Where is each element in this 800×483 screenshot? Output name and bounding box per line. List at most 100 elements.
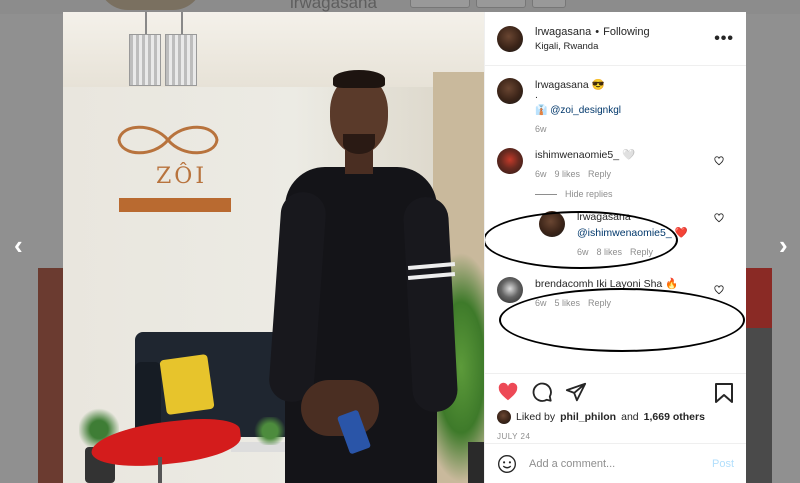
reply-author[interactable]: lrwagasana	[577, 211, 631, 223]
caption-age[interactable]: 6w	[535, 124, 547, 134]
following-button[interactable]: Following	[603, 26, 649, 38]
background-button	[532, 0, 566, 8]
comments-list[interactable]: lrwagasana 😎 . 👔 @zoi_designkgl 6w ishim…	[485, 66, 746, 373]
caption-body: lrwagasana 😎 . 👔 @zoi_designkgl 6w	[535, 78, 734, 134]
reply-body: lrwagasana @ishimwenaomie5_ ❤️ 6w 8 like…	[577, 211, 734, 257]
comment-bubble-icon[interactable]	[531, 381, 553, 403]
commenter-avatar[interactable]	[497, 277, 523, 303]
photo-person-hair	[333, 70, 385, 88]
caption-meta: 6w	[535, 124, 734, 134]
liker-username[interactable]: phil_philon	[560, 411, 616, 423]
photo-lamp-cord	[145, 12, 147, 34]
smiley-icon[interactable]	[497, 454, 517, 474]
like-comment-heart-icon[interactable]	[714, 285, 724, 295]
reply: lrwagasana @ishimwenaomie5_ ❤️ 6w 8 like…	[539, 211, 734, 257]
post-date[interactable]: JULY 24	[497, 432, 734, 441]
hide-replies-line	[535, 193, 557, 195]
photo-lamp-cord	[181, 12, 183, 34]
more-options-icon[interactable]: •••	[714, 30, 734, 48]
author-avatar[interactable]	[497, 25, 523, 52]
previous-post-arrow-icon[interactable]: ‹	[14, 232, 23, 258]
reply-button[interactable]: Reply	[588, 298, 611, 308]
commenter-username[interactable]: brendacomh	[535, 278, 593, 290]
photo-table-plant	[253, 417, 287, 445]
likes-suffix: and	[621, 411, 639, 423]
author-username[interactable]: lrwagasana	[535, 26, 591, 38]
post-modal: ZÔI lrwagasana • Following Kigali, Rwand…	[63, 12, 746, 483]
background-button	[476, 0, 526, 8]
comment-meta: 6w 5 likes Reply	[535, 298, 734, 308]
post-photo[interactable]: ZÔI	[63, 12, 484, 483]
reply-button[interactable]: Reply	[630, 247, 653, 257]
red-heart-emoji: ❤️	[674, 227, 688, 239]
likes-prefix: Liked by	[516, 411, 556, 423]
reply-meta: 6w 8 likes Reply	[577, 247, 734, 257]
comment-age[interactable]: 6w	[535, 169, 547, 179]
share-send-icon[interactable]	[565, 381, 587, 403]
post-actions: Liked by phil_philon and 1,669 others JU…	[485, 373, 746, 443]
caption-dot: .	[535, 89, 538, 101]
commenter-username[interactable]: ishimwenaomie5_	[535, 149, 619, 161]
commenter-avatar[interactable]	[497, 148, 523, 174]
photo-chair-leg	[158, 457, 162, 483]
hide-replies-toggle[interactable]: Hide replies	[535, 189, 734, 199]
like-comment-heart-icon[interactable]	[714, 156, 724, 166]
photo-ceiling	[63, 12, 484, 87]
post-comment-button[interactable]: Post	[712, 458, 734, 470]
caption-author[interactable]: lrwagasana	[535, 79, 589, 91]
shirt-icon: 👔	[535, 105, 548, 116]
post-header: lrwagasana • Following Kigali, Rwanda ••…	[485, 12, 746, 66]
like-reply-heart-icon[interactable]	[714, 213, 724, 223]
liker-avatar[interactable]	[497, 410, 511, 424]
caption-tag-line: 👔 @zoi_designkgl	[535, 105, 734, 116]
reply-button[interactable]: Reply	[588, 169, 611, 179]
post-header-line: lrwagasana • Following	[535, 26, 650, 38]
reply-age[interactable]: 6w	[577, 247, 589, 257]
next-post-arrow-icon[interactable]: ›	[779, 232, 788, 258]
post-location[interactable]: Kigali, Rwanda	[535, 41, 650, 52]
save-bookmark-icon[interactable]	[714, 382, 734, 404]
comment-age[interactable]: 6w	[535, 298, 547, 308]
white-heart-emoji: 🤍	[621, 149, 636, 161]
likes-others-link[interactable]: 1,669 others	[644, 411, 705, 423]
likes-summary: Liked by phil_philon and 1,669 others	[497, 410, 734, 424]
comment-likes[interactable]: 5 likes	[555, 298, 581, 308]
comment-text: Iki Layoni Sha	[596, 278, 663, 290]
add-comment-input[interactable]	[529, 457, 712, 470]
zoi-sign-bar	[119, 198, 231, 212]
comment-body: ishimwenaomie5_ 🤍 6w 9 likes Reply	[535, 148, 734, 179]
caption-emoji: 😎	[591, 79, 605, 91]
comment-line: ishimwenaomie5_ 🤍	[535, 148, 734, 161]
photo-person-beard	[343, 134, 375, 154]
photo-pendant-lamp	[165, 34, 197, 86]
reply-author-line: lrwagasana	[577, 211, 734, 223]
comment-line: brendacomh Iki Layoni Sha 🔥	[535, 277, 734, 290]
reply-text-line: @ishimwenaomie5_ ❤️	[577, 226, 734, 239]
reply-author-avatar[interactable]	[539, 211, 565, 237]
reply-mention-link[interactable]: @ishimwenaomie5_	[577, 227, 672, 239]
background-profile-avatar	[98, 0, 203, 10]
comment-likes[interactable]: 9 likes	[555, 169, 581, 179]
follow-separator: •	[595, 25, 600, 38]
caption-mention-link[interactable]: @zoi_designkgl	[550, 105, 621, 116]
comment-meta: 6w 9 likes Reply	[535, 169, 734, 179]
hide-replies-label[interactable]: Hide replies	[565, 189, 613, 199]
caption-author-avatar[interactable]	[497, 78, 523, 104]
post-header-text: lrwagasana • Following Kigali, Rwanda	[535, 26, 650, 52]
comment: brendacomh Iki Layoni Sha 🔥 6w 5 likes R…	[497, 277, 734, 308]
background-thumbnail	[38, 268, 64, 483]
photo-pendant-lamp	[129, 34, 161, 86]
zoi-infinity-logo	[117, 125, 219, 155]
zoi-sign-text: ZÔI	[156, 164, 208, 189]
comment-body: brendacomh Iki Layoni Sha 🔥 6w 5 likes R…	[535, 277, 734, 308]
background-button	[410, 0, 470, 8]
reply-likes[interactable]: 8 likes	[597, 247, 623, 257]
caption: lrwagasana 😎 . 👔 @zoi_designkgl 6w	[497, 78, 734, 134]
comment: ishimwenaomie5_ 🤍 6w 9 likes Reply	[497, 148, 734, 179]
caption-line: lrwagasana 😎	[535, 78, 734, 91]
background-thumbnail	[746, 268, 772, 328]
action-icons	[497, 380, 734, 404]
add-comment-bar: Post	[485, 443, 746, 483]
fire-emoji: 🔥	[665, 278, 679, 290]
like-heart-icon[interactable]	[497, 381, 519, 403]
